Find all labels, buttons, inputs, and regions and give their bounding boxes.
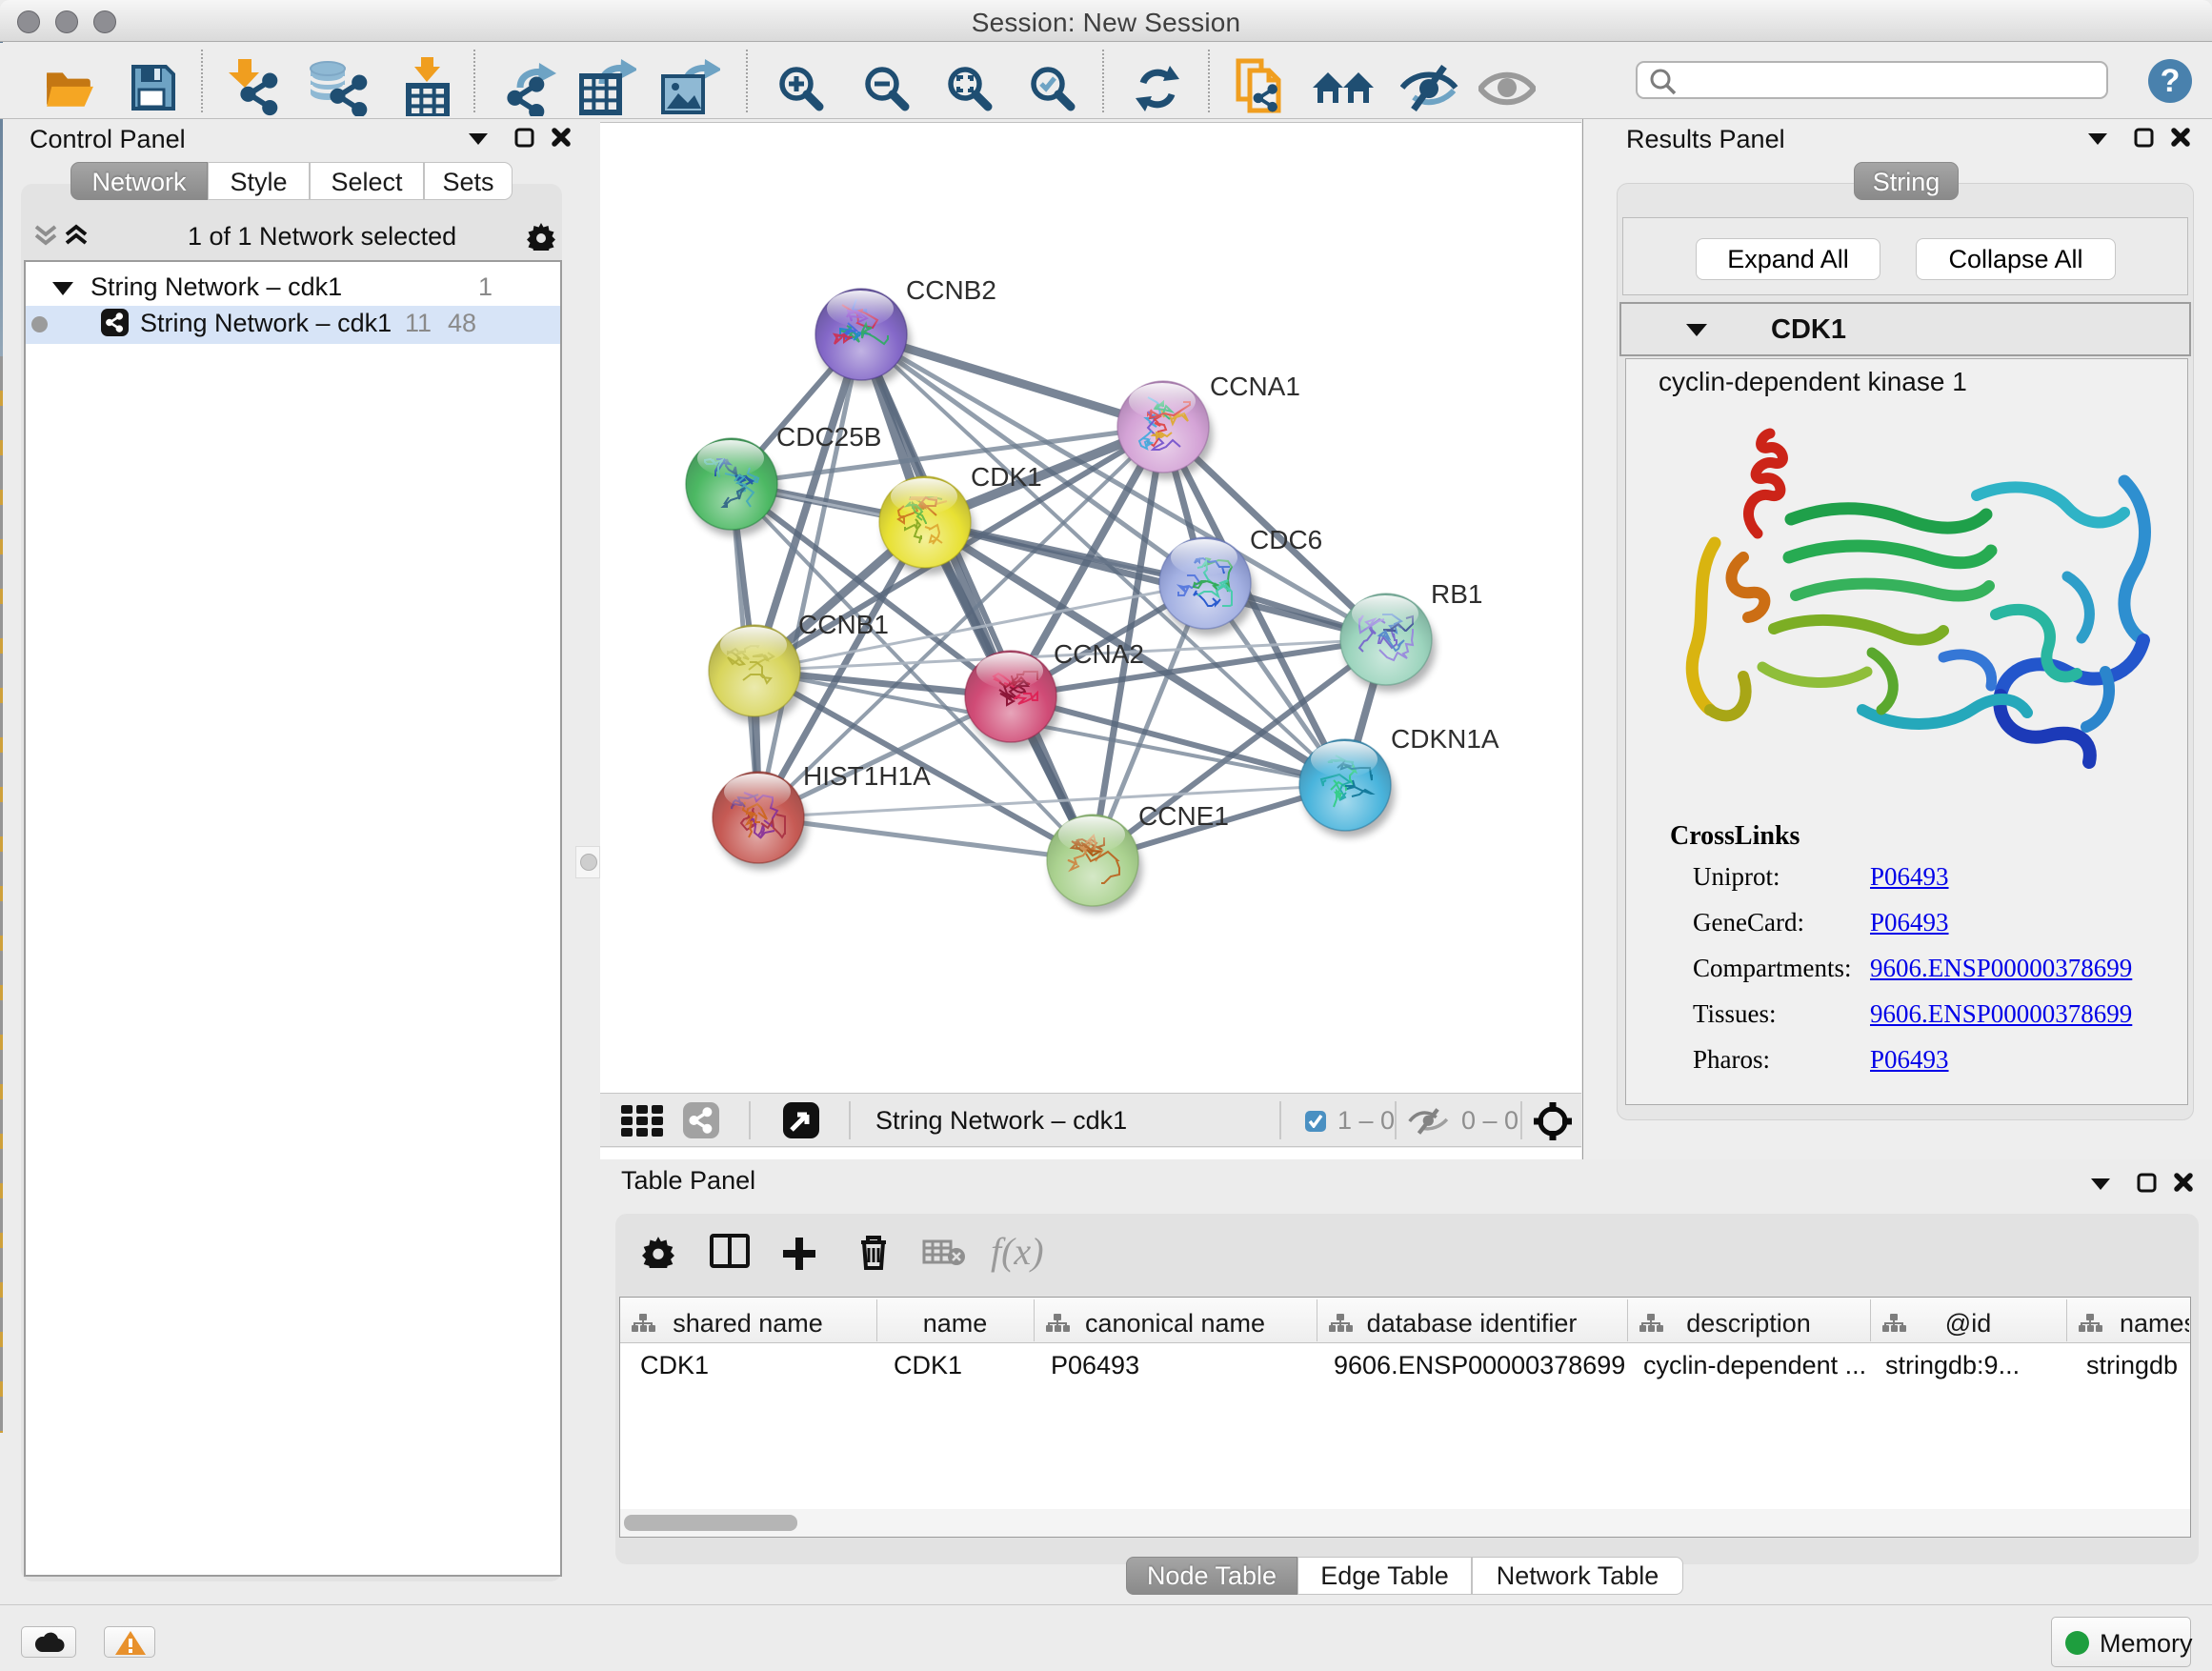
svg-text:CCNB1: CCNB1	[798, 610, 889, 639]
svg-text:CCNA1: CCNA1	[1210, 372, 1300, 401]
svg-text:CDK1: CDK1	[971, 462, 1042, 492]
svg-text:CCNA2: CCNA2	[1054, 639, 1144, 669]
svg-text:CDKN1A: CDKN1A	[1391, 724, 1499, 754]
svg-text:RB1: RB1	[1431, 579, 1482, 609]
svg-text:CCNB2: CCNB2	[906, 275, 996, 305]
svg-text:HIST1H1A: HIST1H1A	[803, 761, 931, 791]
svg-text:CCNE1: CCNE1	[1138, 801, 1229, 831]
svg-text:CDC25B: CDC25B	[776, 422, 881, 452]
svg-text:CDC6: CDC6	[1250, 525, 1322, 554]
